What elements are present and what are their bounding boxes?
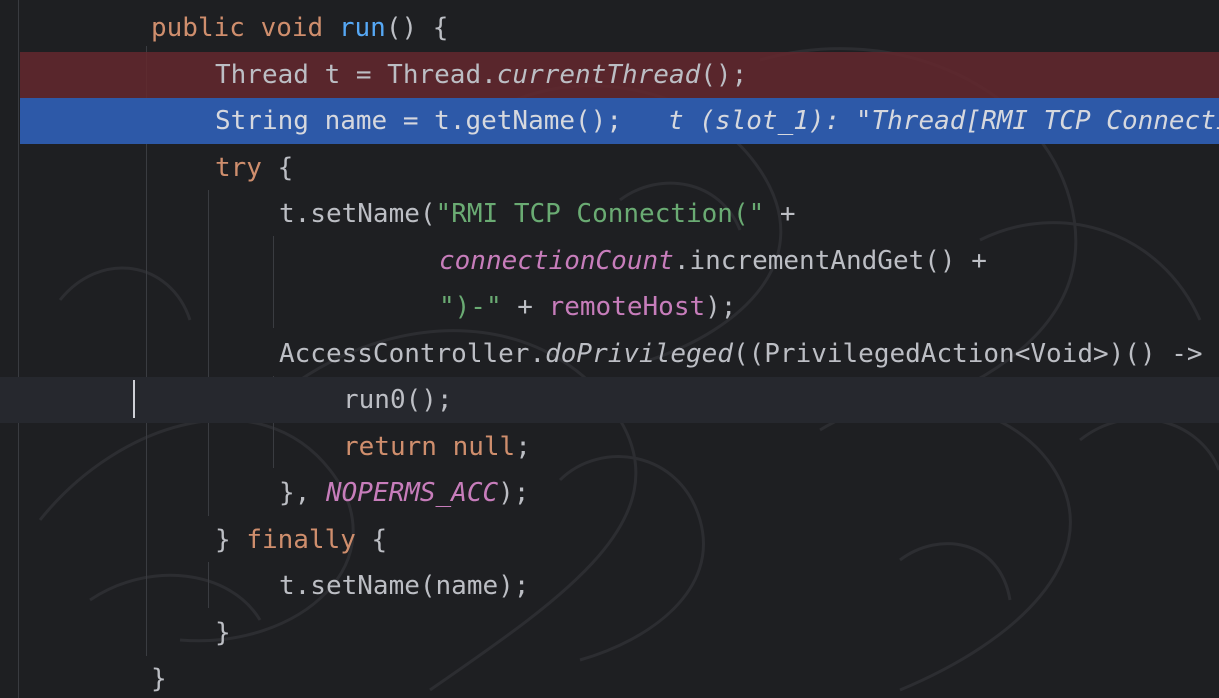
code-line-breakpoint[interactable]: Thread t = Thread.currentThread(); <box>20 52 1219 98</box>
code-line[interactable]: AccessController.doPrivileged((Privilege… <box>0 331 1219 377</box>
string-token: ")-" <box>439 292 502 322</box>
method-name-token: run <box>338 13 386 43</box>
keyword-token: null <box>452 432 516 462</box>
code-line[interactable]: connectionCount.incrementAndGet() + <box>0 238 1219 284</box>
keyword-token: void <box>260 13 324 43</box>
code-line[interactable]: } <box>0 610 1219 656</box>
field-token: remoteHost <box>548 292 706 322</box>
code-line[interactable]: return null; <box>0 424 1219 470</box>
static-field-token: connectionCount <box>439 246 674 276</box>
keyword-token: try <box>215 153 262 183</box>
string-token: "RMI TCP Connection(" <box>435 199 765 229</box>
code-line[interactable]: }, NOPERMS_ACC); <box>0 470 1219 516</box>
static-field-token: NOPERMS_ACC <box>325 478 499 508</box>
code-line[interactable]: try { <box>0 145 1219 191</box>
static-method-token: currentThread <box>496 60 701 90</box>
code-line-current[interactable]: run0(); <box>0 377 1219 423</box>
code-line[interactable]: ")-" + remoteHost); <box>0 284 1219 330</box>
code-editor[interactable]: public void run() { Thread t = Thread.cu… <box>0 0 1219 698</box>
code-line[interactable]: t.setName("RMI TCP Connection(" + <box>0 191 1219 237</box>
code-line-execution-point[interactable]: String name = t.getName(); t (slot_1): "… <box>20 98 1219 144</box>
code-line[interactable]: } <box>0 656 1219 698</box>
keyword-token: finally <box>246 525 356 555</box>
inline-debug-value[interactable]: t (slot_1): "Thread[RMI TCP Connection <box>668 98 1219 144</box>
keyword-token: public <box>151 13 245 43</box>
text-caret <box>133 380 135 418</box>
keyword-token: return <box>343 432 437 462</box>
code-line[interactable]: t.setName(name); <box>0 563 1219 609</box>
code-line[interactable]: } finally { <box>0 517 1219 563</box>
static-method-token: doPrivileged <box>545 339 733 369</box>
code-line[interactable]: public void run() { <box>0 5 1219 51</box>
